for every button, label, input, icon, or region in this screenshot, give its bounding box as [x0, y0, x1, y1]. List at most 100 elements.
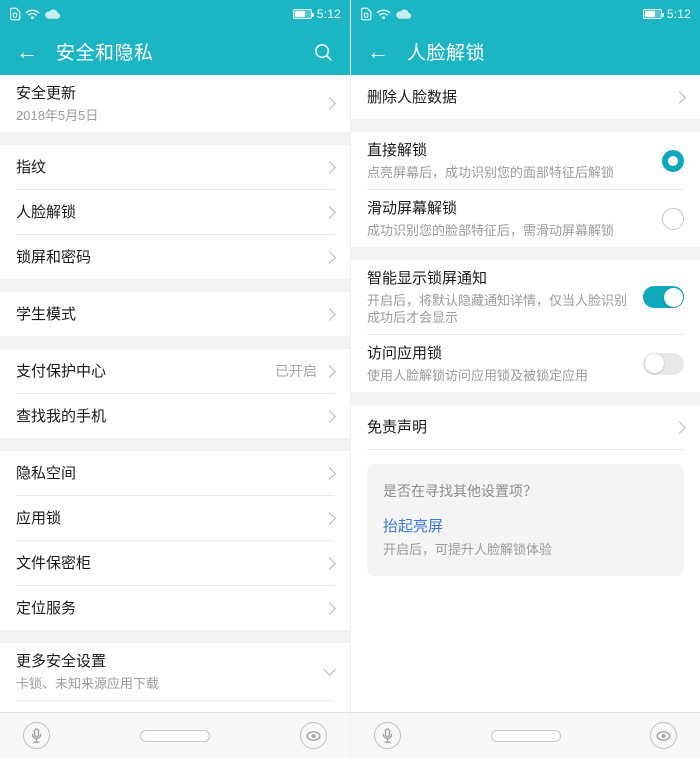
chevron-right-icon: [323, 410, 336, 423]
list-item-find-my-phone[interactable]: 查找我的手机: [0, 394, 350, 438]
battery-fill: [645, 11, 656, 17]
list-item-slide-to-unlock[interactable]: 滑动屏幕解锁 成功识别您的脸部特征后，需滑动屏幕解锁: [351, 190, 700, 247]
list-item-more-security-settings[interactable]: 更多安全设置 卡锁、未知来源应用下载: [0, 643, 350, 700]
search-button[interactable]: [312, 41, 334, 63]
sim-card-icon: [360, 7, 372, 21]
raise-to-wake-link[interactable]: 抬起亮屏: [383, 516, 668, 537]
section-separator: [0, 630, 350, 643]
navigation-bar: [351, 712, 700, 758]
list-item-subtitle: 点亮屏幕后，成功识别您的面部特征后解锁: [367, 164, 650, 181]
suggestion-description: 开启后，可提升人脸解锁体验: [383, 541, 668, 559]
toggle-on[interactable]: [643, 286, 684, 308]
page-title: 人脸解锁: [407, 38, 684, 65]
list-item-label: 直接解锁: [367, 140, 650, 161]
sim-card-icon: [9, 7, 21, 21]
list-item-label: 智能显示锁屏通知: [367, 268, 631, 289]
back-icon[interactable]: ←: [367, 41, 389, 63]
list-item-disclaimer[interactable]: 免责声明: [351, 405, 700, 449]
list-item-value: 已开启: [275, 361, 317, 381]
screen-view-button[interactable]: [650, 722, 677, 749]
list-item-direct-unlock[interactable]: 直接解锁 点亮屏幕后，成功识别您的面部特征后解锁: [351, 132, 700, 189]
list-item-label: 人脸解锁: [16, 202, 76, 223]
radio-unselected[interactable]: [662, 208, 684, 230]
list-item-student-mode[interactable]: 学生模式: [0, 292, 350, 336]
list-item-label: 锁屏和密码: [16, 247, 91, 268]
toggle-off[interactable]: [643, 353, 684, 375]
list-item-subtitle: 使用人脸解锁访问应用锁及被锁定应用: [367, 367, 631, 384]
list-item-app-lock[interactable]: 应用锁: [0, 496, 350, 540]
list-item-label: 指纹: [16, 157, 46, 178]
status-icons-right: 5:12: [293, 7, 341, 21]
list-item-fingerprint[interactable]: 指纹: [0, 145, 350, 189]
list-item-location-services[interactable]: 定位服务: [0, 586, 350, 630]
chevron-right-icon: [323, 512, 336, 525]
home-pill-button[interactable]: [140, 730, 210, 742]
microphone-icon: [24, 723, 49, 749]
list-item-subtitle: 卡锁、未知来源应用下载: [16, 675, 313, 692]
list-item-lockscreen-password[interactable]: 锁屏和密码: [0, 235, 350, 279]
screen-view-button[interactable]: [300, 722, 327, 749]
status-icons-right: 5:12: [643, 7, 691, 21]
status-time: 5:12: [667, 7, 691, 21]
home-pill-button[interactable]: [491, 730, 561, 742]
battery-tip: [312, 13, 314, 17]
list-item-private-space[interactable]: 隐私空间: [0, 451, 350, 495]
list-item-label: 应用锁: [16, 508, 61, 529]
radio-selected[interactable]: [662, 150, 684, 172]
spacer: [0, 701, 350, 712]
list-item-label: 滑动屏幕解锁: [367, 198, 650, 219]
list-item-subtitle: 开启后，将默认隐藏通知详情，仅当人脸识别成功后才会显示: [367, 292, 631, 326]
eye-icon: [301, 723, 326, 749]
list-item-label: 支付保护中心: [16, 361, 106, 382]
chevron-right-icon: [323, 251, 336, 264]
wifi-icon: [25, 8, 40, 20]
microphone-icon: [375, 723, 400, 749]
voice-assistant-button[interactable]: [23, 722, 50, 749]
dual-screenshot-container: 5:12 ← 安全和隐私 安全更新 2018年5月5日 指纹 人脸解锁: [0, 0, 700, 758]
chevron-right-icon: [323, 97, 336, 110]
wifi-icon: [376, 8, 391, 20]
list-item-smart-notifications[interactable]: 智能显示锁屏通知 开启后，将默认隐藏通知详情，仅当人脸识别成功后才会显示: [351, 260, 700, 334]
battery-fill: [295, 11, 306, 17]
eye-icon: [651, 723, 676, 749]
chevron-down-icon: [323, 663, 336, 676]
cloud-icon: [44, 8, 61, 20]
battery-tip: [662, 13, 664, 17]
status-icons-left: [9, 7, 61, 21]
cloud-icon: [395, 8, 412, 20]
back-icon[interactable]: ←: [16, 41, 38, 63]
list-item-access-app-lock[interactable]: 访问应用锁 使用人脸解锁访问应用锁及被锁定应用: [351, 335, 700, 392]
list-item-face-unlock[interactable]: 人脸解锁: [0, 190, 350, 234]
list-item-label: 学生模式: [16, 304, 76, 325]
section-separator: [0, 438, 350, 451]
voice-assistant-button[interactable]: [374, 722, 401, 749]
list-item-label: 定位服务: [16, 598, 76, 619]
toggle-knob: [645, 354, 664, 373]
spacer: [351, 576, 700, 712]
section-separator: [0, 279, 350, 292]
list-item-subtitle: 2018年5月5日: [16, 107, 313, 124]
chevron-right-icon: [323, 467, 336, 480]
list-item-subtitle: 成功识别您的脸部特征后，需滑动屏幕解锁: [367, 222, 650, 239]
list-item-label: 访问应用锁: [367, 343, 631, 364]
list-item-security-update[interactable]: 安全更新 2018年5月5日: [0, 75, 350, 132]
toggle-knob: [664, 288, 683, 307]
list-item-payment-protection[interactable]: 支付保护中心 已开启: [0, 349, 350, 393]
list-item-label: 隐私空间: [16, 463, 76, 484]
list-item-label: 文件保密柜: [16, 553, 91, 574]
app-bar: ← 人脸解锁: [351, 28, 700, 75]
status-time: 5:12: [317, 7, 341, 21]
status-bar: 5:12: [0, 0, 350, 28]
list-item-label: 删除人脸数据: [367, 87, 457, 108]
chevron-right-icon: [323, 365, 336, 378]
navigation-bar: [0, 712, 350, 758]
list-item-label: 免责声明: [367, 417, 427, 438]
chevron-right-icon: [673, 91, 686, 104]
list-item-label: 安全更新: [16, 83, 313, 104]
page-title: 安全和隐私: [56, 38, 312, 65]
chevron-right-icon: [323, 308, 336, 321]
app-bar: ← 安全和隐私: [0, 28, 350, 75]
list-item-delete-face-data[interactable]: 删除人脸数据: [351, 75, 700, 119]
list-item-file-safe[interactable]: 文件保密柜: [0, 541, 350, 585]
chevron-right-icon: [323, 602, 336, 615]
